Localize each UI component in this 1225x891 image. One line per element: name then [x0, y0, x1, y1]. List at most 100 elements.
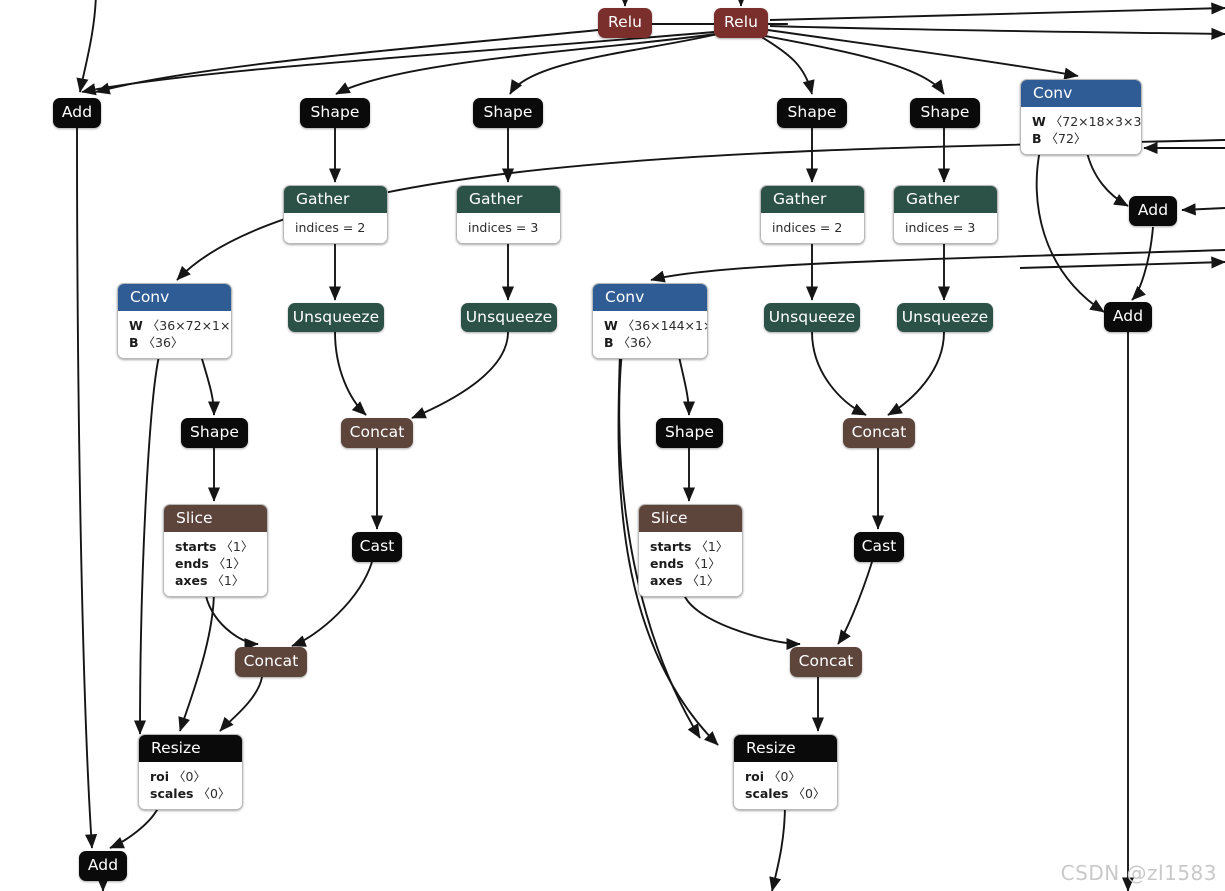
node-attributes: W 〈72×18×3×3〉B 〈72〉: [1021, 107, 1141, 154]
node-header: Gather: [761, 186, 864, 213]
attribute-value: 〈1〉: [687, 556, 721, 571]
node-header: Gather: [894, 186, 997, 213]
graph-node-gather_3[interactable]: Gather indices = 2: [760, 185, 865, 244]
attribute-value: 〈1〉: [695, 539, 729, 554]
graph-node-gather_2[interactable]: Gather indices = 3: [456, 185, 561, 244]
attribute-value: 〈72〉: [1045, 131, 1087, 146]
graph-node-relu_2[interactable]: Relu: [714, 8, 768, 38]
attribute-key: ends: [175, 556, 209, 571]
attribute-value: 〈1〉: [220, 539, 254, 554]
node-attribute-row: W 〈72×18×3×3〉: [1032, 113, 1141, 130]
attribute-value: 〈0〉: [768, 769, 801, 784]
node-attribute-row: starts 〈1〉: [175, 538, 256, 555]
attribute-key: indices: [772, 220, 816, 235]
graph-node-unsqueeze_3[interactable]: Unsqueeze: [764, 303, 860, 332]
graph-node-conv_left[interactable]: ConvW 〈36×72×1×1〉B 〈36〉: [117, 283, 232, 359]
node-title: Shape: [920, 103, 970, 122]
graph-node-slice_1[interactable]: Slice starts 〈1〉 ends 〈1〉 axes 〈1〉: [163, 504, 268, 597]
node-attributes: starts 〈1〉 ends 〈1〉 axes 〈1〉: [164, 532, 267, 596]
graph-node-add_top_left[interactable]: Add: [53, 98, 101, 128]
attribute-key: B: [604, 335, 614, 350]
graph-node-cast_2[interactable]: Cast: [854, 532, 904, 562]
attribute-key: ends: [650, 556, 684, 571]
node-attribute-row: roi 〈0〉: [745, 768, 826, 785]
node-header: Gather: [457, 186, 560, 213]
graph-node-add_right_2[interactable]: Add: [1104, 302, 1152, 332]
attribute-value: 〈1〉: [211, 573, 245, 588]
graph-node-layer: Relu Relu Add Shape Shape Shape Shape Conv W 〈72…: [0, 0, 1225, 891]
graph-node-resize_2[interactable]: Resize roi 〈0〉 scales 〈0〉: [733, 734, 838, 810]
graph-node-unsqueeze_2[interactable]: Unsqueeze: [461, 303, 557, 332]
node-attributes: indices = 2: [284, 213, 387, 243]
model-graph-canvas[interactable]: Relu Relu Add Shape Shape Shape Shape Conv W 〈72…: [0, 0, 1225, 891]
watermark: CSDN @zl1583: [1060, 861, 1217, 885]
node-title: Unsqueeze: [768, 307, 856, 326]
graph-node-conv_mid[interactable]: ConvW 〈36×144×1×1〉B 〈36〉: [592, 283, 708, 359]
node-title: Add: [1112, 307, 1144, 326]
graph-node-shape_2[interactable]: Shape: [473, 98, 543, 128]
attribute-value: = 2: [819, 220, 843, 235]
attribute-value: 〈1〉: [686, 573, 720, 588]
node-attributes: roi 〈0〉 scales 〈0〉: [139, 762, 242, 809]
graph-node-shape_4[interactable]: Shape: [910, 98, 980, 128]
node-attribute-row: ends 〈1〉: [650, 555, 731, 572]
node-attribute-row: indices = 2: [772, 219, 853, 236]
graph-node-conv_top[interactable]: ConvW 〈72×18×3×3〉B 〈72〉: [1020, 79, 1142, 155]
graph-node-shape_3[interactable]: Shape: [777, 98, 847, 128]
attribute-key: axes: [175, 573, 208, 588]
node-attribute-row: indices = 2: [295, 219, 376, 236]
node-attributes: indices = 3: [894, 213, 997, 243]
graph-node-concat_1[interactable]: Concat: [341, 418, 413, 448]
node-attribute-row: W 〈36×72×1×1〉: [129, 317, 231, 334]
graph-node-unsqueeze_1[interactable]: Unsqueeze: [288, 303, 384, 332]
graph-node-resize_1[interactable]: Resize roi 〈0〉 scales 〈0〉: [138, 734, 243, 810]
node-attributes: W 〈36×144×1×1〉B 〈36〉: [593, 311, 707, 358]
node-header: Resize: [734, 735, 837, 762]
graph-node-shape_1[interactable]: Shape: [300, 98, 370, 128]
attribute-key: W: [604, 318, 618, 333]
graph-node-slice_2[interactable]: Slice starts 〈1〉 ends 〈1〉 axes 〈1〉: [638, 504, 743, 597]
graph-node-shape_6[interactable]: Shape: [656, 418, 723, 448]
node-title: Cast: [861, 537, 897, 556]
graph-node-concat_2[interactable]: Concat: [843, 418, 915, 448]
attribute-value: 〈1〉: [212, 556, 246, 571]
graph-node-cast_1[interactable]: Cast: [352, 532, 402, 562]
attribute-value: 〈0〉: [173, 769, 206, 784]
node-title: Add: [1137, 201, 1169, 220]
attribute-value: 〈0〉: [792, 786, 826, 801]
node-header: Slice: [639, 505, 742, 532]
node-title: Shape: [310, 103, 360, 122]
attribute-value: = 3: [515, 220, 539, 235]
graph-node-concat_3[interactable]: Concat: [235, 647, 307, 677]
node-header: Conv: [1021, 80, 1141, 107]
node-attribute-row: B 〈36〉: [604, 334, 696, 351]
node-attribute-row: scales 〈0〉: [745, 785, 826, 802]
node-attributes: W 〈36×72×1×1〉B 〈36〉: [118, 311, 231, 358]
node-attribute-row: B 〈72〉: [1032, 130, 1130, 147]
node-attribute-row: B 〈36〉: [129, 334, 220, 351]
graph-node-relu_1[interactable]: Relu: [598, 8, 652, 38]
graph-node-add_right_1[interactable]: Add: [1129, 196, 1177, 226]
attribute-key: scales: [745, 786, 789, 801]
node-attribute-row: axes 〈1〉: [650, 572, 731, 589]
attribute-key: B: [129, 335, 139, 350]
attribute-value: 〈0〉: [197, 786, 231, 801]
node-title: Concat: [243, 652, 299, 671]
node-header: Conv: [593, 284, 707, 311]
graph-node-add_bottom_left[interactable]: Add: [79, 851, 127, 881]
attribute-key: scales: [150, 786, 194, 801]
node-attributes: indices = 3: [457, 213, 560, 243]
node-attributes: roi 〈0〉 scales 〈0〉: [734, 762, 837, 809]
node-title: Relu: [723, 13, 759, 32]
graph-node-concat_4[interactable]: Concat: [790, 647, 862, 677]
node-title: Shape: [483, 103, 533, 122]
graph-node-unsqueeze_4[interactable]: Unsqueeze: [897, 303, 993, 332]
attribute-value: 〈36×144×1×1〉: [621, 318, 707, 333]
node-title: Shape: [664, 423, 715, 442]
graph-node-gather_4[interactable]: Gather indices = 3: [893, 185, 998, 244]
graph-node-gather_1[interactable]: Gather indices = 2: [283, 185, 388, 244]
attribute-key: roi: [745, 769, 765, 784]
graph-node-shape_5[interactable]: Shape: [181, 418, 248, 448]
attribute-key: starts: [175, 539, 217, 554]
node-title: Shape: [189, 423, 240, 442]
